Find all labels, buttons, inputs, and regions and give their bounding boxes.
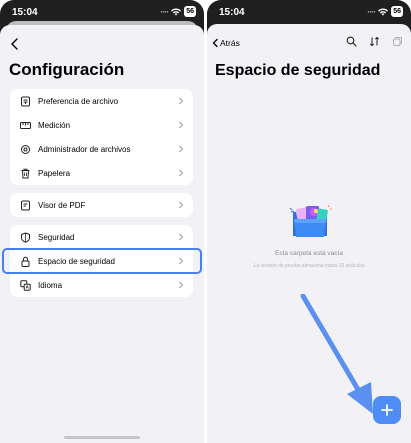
settings-item-label: Papelera	[38, 168, 71, 178]
chevron-right-icon	[179, 169, 184, 177]
battery-indicator: 56	[391, 6, 403, 17]
chevron-right-icon	[179, 201, 184, 209]
ruler-icon	[19, 119, 31, 131]
settings-item-language[interactable]: Idioma	[10, 273, 193, 297]
select-icon[interactable]	[392, 36, 403, 47]
chevron-right-icon	[179, 233, 184, 241]
shield-icon	[19, 231, 31, 243]
settings-group-general: Preferencia de archivo Medición Administ…	[10, 89, 193, 185]
pdf-viewer-icon	[19, 199, 31, 211]
highlight-box	[2, 248, 202, 274]
battery-indicator: 56	[184, 6, 196, 17]
page-title: Espacio de seguridad	[215, 62, 381, 79]
settings-item-label: Idioma	[38, 280, 63, 290]
settings-item-file-manager[interactable]: Administrador de archivos	[10, 137, 193, 161]
language-icon	[19, 279, 31, 291]
back-chevron-icon[interactable]	[8, 37, 22, 51]
empty-state-subtitle: La versión de prueba almacena hasta 10 a…	[253, 263, 365, 269]
page-title: Configuración	[9, 60, 125, 79]
empty-folder-icon	[289, 204, 332, 237]
wifi-icon	[171, 7, 182, 16]
status-time: 15:04	[219, 7, 245, 18]
settings-item-pdf-viewer[interactable]: Visor de PDF	[10, 193, 193, 217]
status-bar: 15:04 ···· 56	[207, 0, 411, 24]
add-button[interactable]	[373, 396, 401, 424]
trash-icon	[19, 167, 31, 179]
chevron-right-icon	[179, 145, 184, 153]
chevron-right-icon	[179, 121, 184, 129]
wifi-icon	[378, 7, 389, 16]
settings-screen: 15:04 ···· 56 Configuración Preferencia …	[0, 0, 204, 443]
status-time: 15:04	[12, 7, 38, 18]
settings-sheet: Configuración Preferencia de archivo Med…	[0, 25, 204, 443]
back-button[interactable]: Atrás	[211, 38, 240, 48]
file-preference-icon	[19, 95, 31, 107]
settings-group-pdf: Visor de PDF	[10, 193, 193, 217]
security-space-content: Atrás Espacio de seguridad Esta carpeta …	[207, 24, 411, 443]
chevron-right-icon	[179, 97, 184, 105]
settings-item-security[interactable]: Seguridad	[10, 225, 193, 249]
settings-item-file-preference[interactable]: Preferencia de archivo	[10, 89, 193, 113]
sort-icon[interactable]	[369, 36, 380, 47]
settings-item-trash[interactable]: Papelera	[10, 161, 193, 185]
settings-item-label: Medición	[38, 120, 71, 130]
chevron-left-icon	[212, 38, 218, 48]
security-space-screen: 15:04 ···· 56 Atrás Espacio de seguridad	[207, 0, 411, 443]
home-indicator	[64, 436, 140, 439]
settings-item-label: Seguridad	[38, 232, 75, 242]
settings-item-label: Administrador de archivos	[38, 144, 131, 154]
empty-state-title: Esta carpeta está vacía	[275, 250, 343, 257]
settings-item-measurement[interactable]: Medición	[10, 113, 193, 137]
cellular-icon: ····	[367, 6, 376, 17]
chevron-right-icon	[179, 281, 184, 289]
settings-item-label: Preferencia de archivo	[38, 96, 119, 106]
settings-item-label: Visor de PDF	[38, 200, 86, 210]
plus-icon	[381, 404, 393, 416]
search-icon[interactable]	[346, 36, 357, 47]
back-label: Atrás	[220, 38, 240, 48]
cellular-icon: ····	[160, 6, 169, 17]
file-manager-icon	[19, 143, 31, 155]
